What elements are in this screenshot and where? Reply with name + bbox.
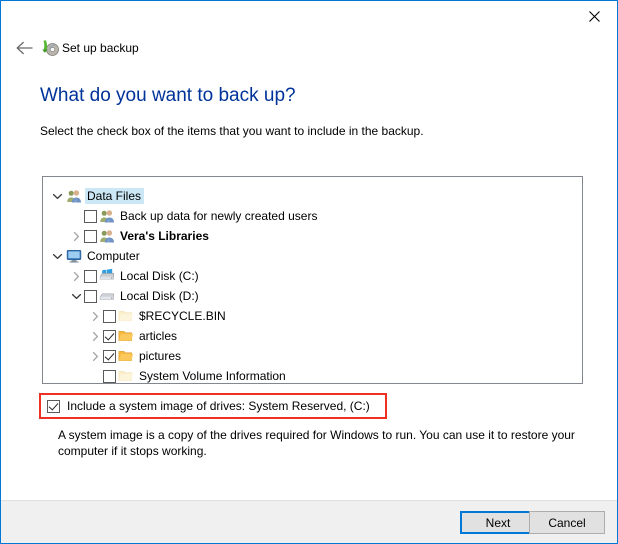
tree-item-local-disk-d[interactable]: Local Disk (D:): [43, 286, 582, 306]
tree-item-label: System Volume Information: [139, 369, 286, 383]
chevron-right-icon[interactable]: [87, 308, 103, 324]
tree-item-label: $RECYCLE.BIN: [139, 309, 226, 323]
cancel-button[interactable]: Cancel: [529, 511, 605, 534]
tree-item-computer[interactable]: Computer: [43, 246, 582, 266]
chevron-down-icon[interactable]: [49, 248, 65, 264]
checkbox-backup-new-users[interactable]: [84, 209, 97, 223]
app-title: Set up backup: [62, 41, 139, 55]
setup-backup-window: Set up backup What do you want to back u…: [0, 0, 618, 544]
tree-item-local-disk-c[interactable]: Local Disk (C:): [43, 266, 582, 286]
users-icon: [98, 228, 115, 244]
chevron-right-icon[interactable]: [87, 328, 103, 344]
system-image-label: Include a system image of drives: System…: [67, 399, 370, 413]
chevron-right-icon[interactable]: [68, 228, 84, 244]
chevron-right-icon[interactable]: [87, 348, 103, 364]
tree-item-label: Local Disk (C:): [120, 269, 199, 283]
arrow-left-icon: [16, 41, 33, 60]
close-icon: [589, 10, 600, 22]
tree-item-backup-new-users[interactable]: Back up data for newly created users: [43, 206, 582, 226]
system-image-option[interactable]: Include a system image of drives: System…: [47, 399, 370, 413]
instruction-text: Select the check box of the items that y…: [40, 124, 424, 138]
chevron-down-icon[interactable]: [49, 188, 65, 204]
folder-dim-icon: [117, 368, 134, 383]
tree-item-pictures[interactable]: pictures: [43, 346, 582, 366]
footer-bar: Next Cancel: [1, 500, 617, 543]
tree-item-label: pictures: [139, 349, 182, 363]
system-image-checkbox[interactable]: [47, 399, 60, 413]
folder-icon: [117, 328, 134, 344]
drive-icon: [98, 288, 115, 304]
users-icon: [98, 208, 115, 224]
page-title: What do you want to back up?: [40, 85, 296, 106]
tree-item-data-files[interactable]: Data Files: [43, 186, 582, 206]
tree-item-articles[interactable]: articles: [43, 326, 582, 346]
tree-item-label: Computer: [87, 249, 140, 263]
monitor-icon: [65, 248, 82, 264]
system-image-highlight-annotation: Include a system image of drives: System…: [39, 393, 387, 419]
backup-items-tree[interactable]: Data Files Back up data for newly created…: [42, 176, 583, 384]
checkbox-vera-libraries[interactable]: [84, 229, 97, 243]
checkbox-recycle-bin[interactable]: [103, 309, 116, 323]
checkbox-local-disk-d[interactable]: [84, 289, 97, 303]
title-bar: [1, 1, 617, 33]
folder-dim-icon: [117, 308, 134, 324]
tree-item-label: articles: [139, 329, 178, 343]
backup-icon: [41, 39, 59, 57]
users-icon: [65, 188, 82, 204]
tree-item-recycle-bin[interactable]: $RECYCLE.BIN: [43, 306, 582, 326]
checkbox-local-disk-c[interactable]: [84, 269, 97, 283]
checkbox-pictures[interactable]: [103, 349, 116, 363]
tree-item-label: Vera's Libraries: [120, 229, 209, 243]
system-image-description: A system image is a copy of the drives r…: [58, 428, 575, 458]
tree-item-label: Back up data for newly created users: [120, 209, 318, 223]
checkbox-articles[interactable]: [103, 329, 116, 343]
chevron-right-icon[interactable]: [68, 268, 84, 284]
checkbox-system-volume-information[interactable]: [103, 369, 116, 383]
back-button[interactable]: [11, 37, 37, 63]
tree-item-label: Data Files: [85, 188, 145, 204]
tree-item-system-volume-information[interactable]: System Volume Information: [43, 366, 582, 383]
folder-icon: [117, 348, 134, 364]
next-button[interactable]: Next: [460, 511, 536, 534]
windows-drive-icon: [98, 268, 115, 284]
tree-item-vera-libraries[interactable]: Vera's Libraries: [43, 226, 582, 246]
tree-item-label: Local Disk (D:): [120, 289, 199, 303]
chevron-down-icon[interactable]: [68, 288, 84, 304]
close-button[interactable]: [572, 1, 617, 31]
navigation-bar: Set up backup: [1, 33, 617, 67]
